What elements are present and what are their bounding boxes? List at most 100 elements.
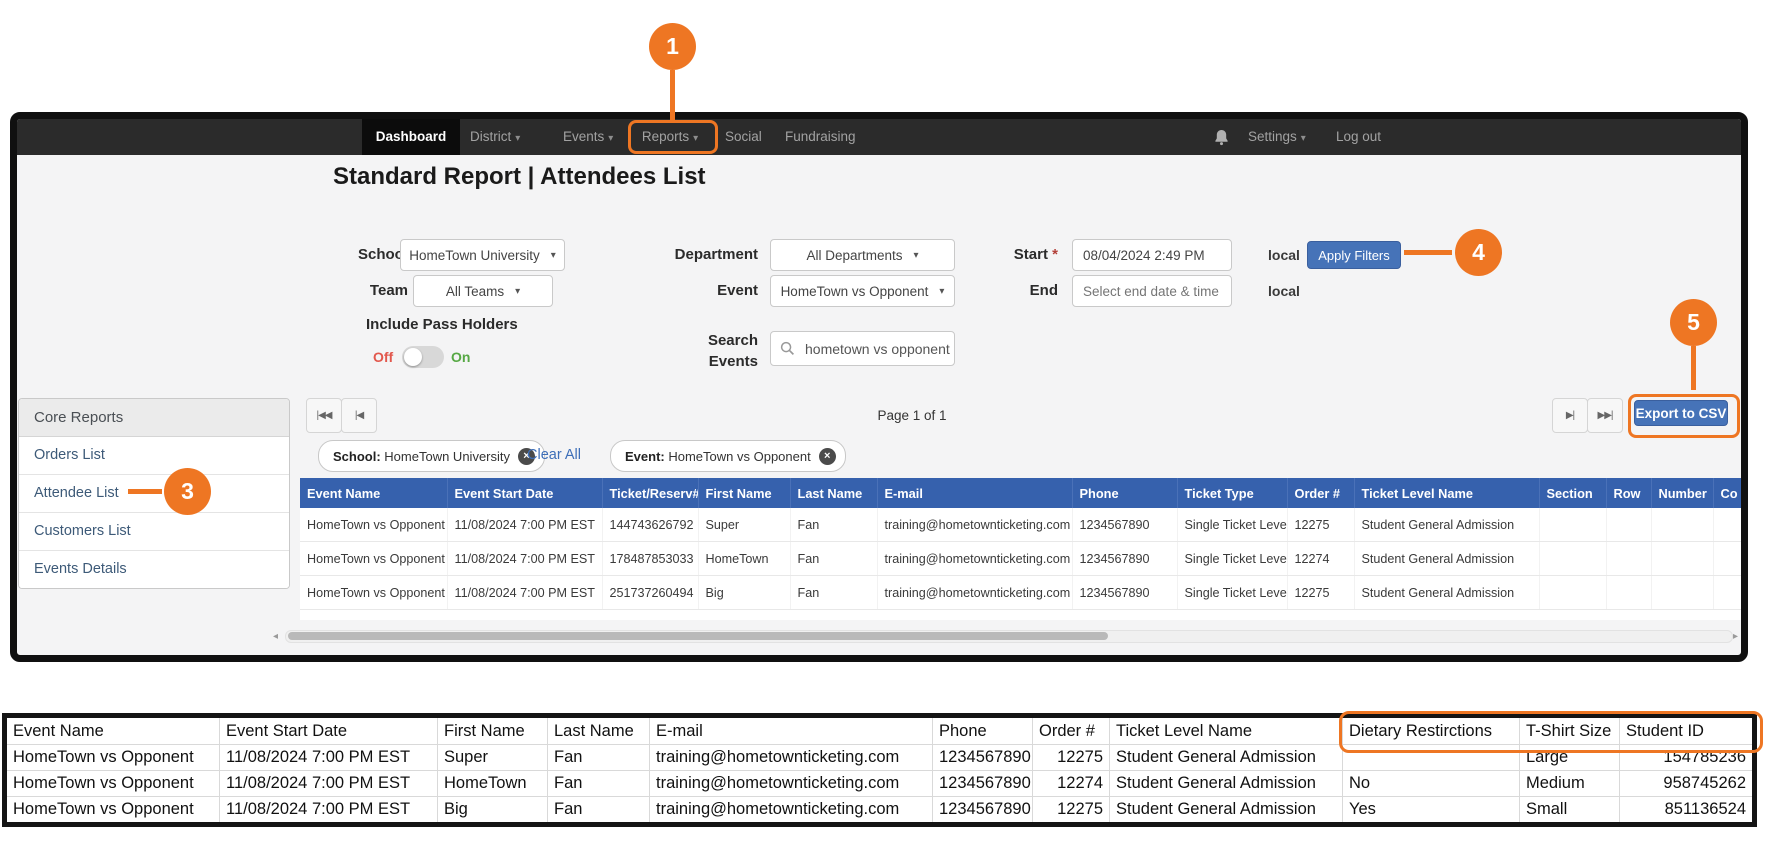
table-cell <box>1713 576 1748 610</box>
clear-all-link[interactable]: Clear All <box>527 440 581 470</box>
table-cell: Student General Admission <box>1354 508 1539 542</box>
toggle-knob <box>404 348 422 366</box>
sidebar-item-orders-list[interactable]: Orders List <box>19 437 289 474</box>
nav-logout[interactable]: Log out <box>1336 119 1381 155</box>
next-page-button[interactable]: ▶| <box>1552 398 1588 433</box>
table-cell: 178487853033 <box>602 542 698 576</box>
table-cell <box>1606 542 1651 576</box>
nav-social[interactable]: Social <box>725 119 762 155</box>
callout-5: 5 <box>1670 299 1717 346</box>
csv-cell: Yes <box>1343 797 1520 825</box>
notifications-bell-icon[interactable] <box>1214 128 1229 151</box>
nav-district[interactable]: District▾ <box>470 119 520 155</box>
order-number-link[interactable]: 12275 <box>1287 576 1354 610</box>
csv-column-header: Phone <box>933 716 1033 745</box>
nav-settings[interactable]: Settings▾ <box>1248 119 1306 155</box>
callout-4-line <box>1404 250 1452 255</box>
start-label: Start * <box>933 239 1058 271</box>
chip-value: HomeTown University <box>384 449 510 464</box>
csv-cell: Small <box>1520 797 1620 825</box>
search-events-label: SearchEvents <box>610 330 758 372</box>
column-header: Co <box>1713 478 1748 508</box>
order-number-link[interactable]: 12274 <box>1287 542 1354 576</box>
scroll-right-icon[interactable]: ▸ <box>1733 631 1738 642</box>
csv-cell: Fan <box>548 797 650 825</box>
department-label: Department <box>610 239 758 271</box>
start-timezone-label: local <box>1268 239 1300 271</box>
column-header: Ticket Type <box>1177 478 1287 508</box>
csv-cell: Student General Admission <box>1110 797 1343 825</box>
csv-cell: 12275 <box>1033 745 1110 771</box>
nav-events[interactable]: Events▾ <box>563 119 613 155</box>
csv-cell: 11/08/2024 7:00 PM EST <box>220 797 438 825</box>
nav-fundraising[interactable]: Fundraising <box>785 119 856 155</box>
sidebar-item-customers-list[interactable]: Customers List <box>19 512 289 550</box>
table-cell: HomeTown <box>698 542 790 576</box>
scroll-left-icon[interactable]: ◂ <box>273 631 278 642</box>
chip-label: Event: <box>625 449 665 464</box>
event-label: Event <box>610 275 758 307</box>
toggle-on-label: On <box>451 346 470 368</box>
apply-filters-button[interactable]: Apply Filters <box>1307 241 1401 269</box>
csv-cell: HomeTown vs Opponent <box>5 771 220 797</box>
csv-cell: 11/08/2024 7:00 PM EST <box>220 771 438 797</box>
table-cell: Student General Admission <box>1354 576 1539 610</box>
table-cell: Fan <box>790 508 877 542</box>
column-header: Last Name <box>790 478 877 508</box>
start-date-input[interactable] <box>1072 239 1232 271</box>
csv-column-header: First Name <box>438 716 548 745</box>
prev-page-button[interactable]: |◀ <box>341 398 377 433</box>
table-cell <box>1606 508 1651 542</box>
sidebar-item-events-details[interactable]: Events Details <box>19 550 289 588</box>
table-cell: 251737260494 <box>602 576 698 610</box>
table-cell <box>1651 576 1713 610</box>
last-page-button[interactable]: ▶▶| <box>1587 398 1623 433</box>
csv-cell: 1234567890 <box>933 797 1033 825</box>
end-date-input[interactable] <box>1072 275 1232 307</box>
department-dropdown[interactable]: All Departments▾ <box>770 239 955 271</box>
horizontal-scrollbar-thumb[interactable] <box>288 632 1108 640</box>
table-cell: HomeTown vs Opponent <box>300 508 447 542</box>
end-date-field-wrap <box>1072 275 1232 307</box>
chip-value: HomeTown vs Opponent <box>668 449 810 464</box>
callout-1: 1 <box>649 23 696 70</box>
screenshot-stage: 1 Dashboard District▾ Events▾ Reports▾ S… <box>0 0 1771 846</box>
school-label: School <box>300 239 408 271</box>
order-number-link[interactable]: 12275 <box>1287 508 1354 542</box>
table-cell: Big <box>698 576 790 610</box>
table-cell: 1234567890 <box>1072 576 1177 610</box>
column-header: Ticket/Reserv# <box>602 478 698 508</box>
nav-dashboard[interactable]: Dashboard <box>362 119 460 155</box>
school-dropdown[interactable]: HomeTown University▾ <box>400 239 565 271</box>
csv-cell: Fan <box>548 771 650 797</box>
table-cell <box>1539 542 1606 576</box>
first-page-button[interactable]: |◀◀ <box>306 398 342 433</box>
remove-event-filter-icon[interactable]: × <box>819 448 836 465</box>
callout-5-line <box>1691 346 1696 390</box>
end-label: End <box>933 275 1058 307</box>
callout-4: 4 <box>1455 229 1502 276</box>
include-pass-holders-toggle[interactable] <box>402 346 444 368</box>
table-cell <box>1713 542 1748 576</box>
table-cell <box>1651 508 1713 542</box>
event-dropdown-value: HomeTown vs Opponent <box>781 284 929 299</box>
table-cell <box>1539 576 1606 610</box>
csv-cell: HomeTown <box>438 771 548 797</box>
event-dropdown[interactable]: HomeTown vs Opponent▾ <box>770 275 955 307</box>
toggle-off-label: Off <box>373 346 393 368</box>
csv-cell: Big <box>438 797 548 825</box>
csv-cell: HomeTown vs Opponent <box>5 797 220 825</box>
column-header: First Name <box>698 478 790 508</box>
csv-cell: 958745262 <box>1620 771 1755 797</box>
column-header: E-mail <box>877 478 1072 508</box>
table-cell <box>1651 542 1713 576</box>
search-events-input[interactable] <box>803 340 988 358</box>
csv-column-header: Last Name <box>548 716 650 745</box>
table-cell <box>1539 508 1606 542</box>
column-header: Phone <box>1072 478 1177 508</box>
reports-highlight-box <box>628 120 718 154</box>
table-cell: Single Ticket Level <box>1177 508 1287 542</box>
export-highlight-box <box>1628 394 1740 438</box>
team-dropdown[interactable]: All Teams▾ <box>413 275 553 307</box>
csv-column-header: Ticket Level Name <box>1110 716 1343 745</box>
